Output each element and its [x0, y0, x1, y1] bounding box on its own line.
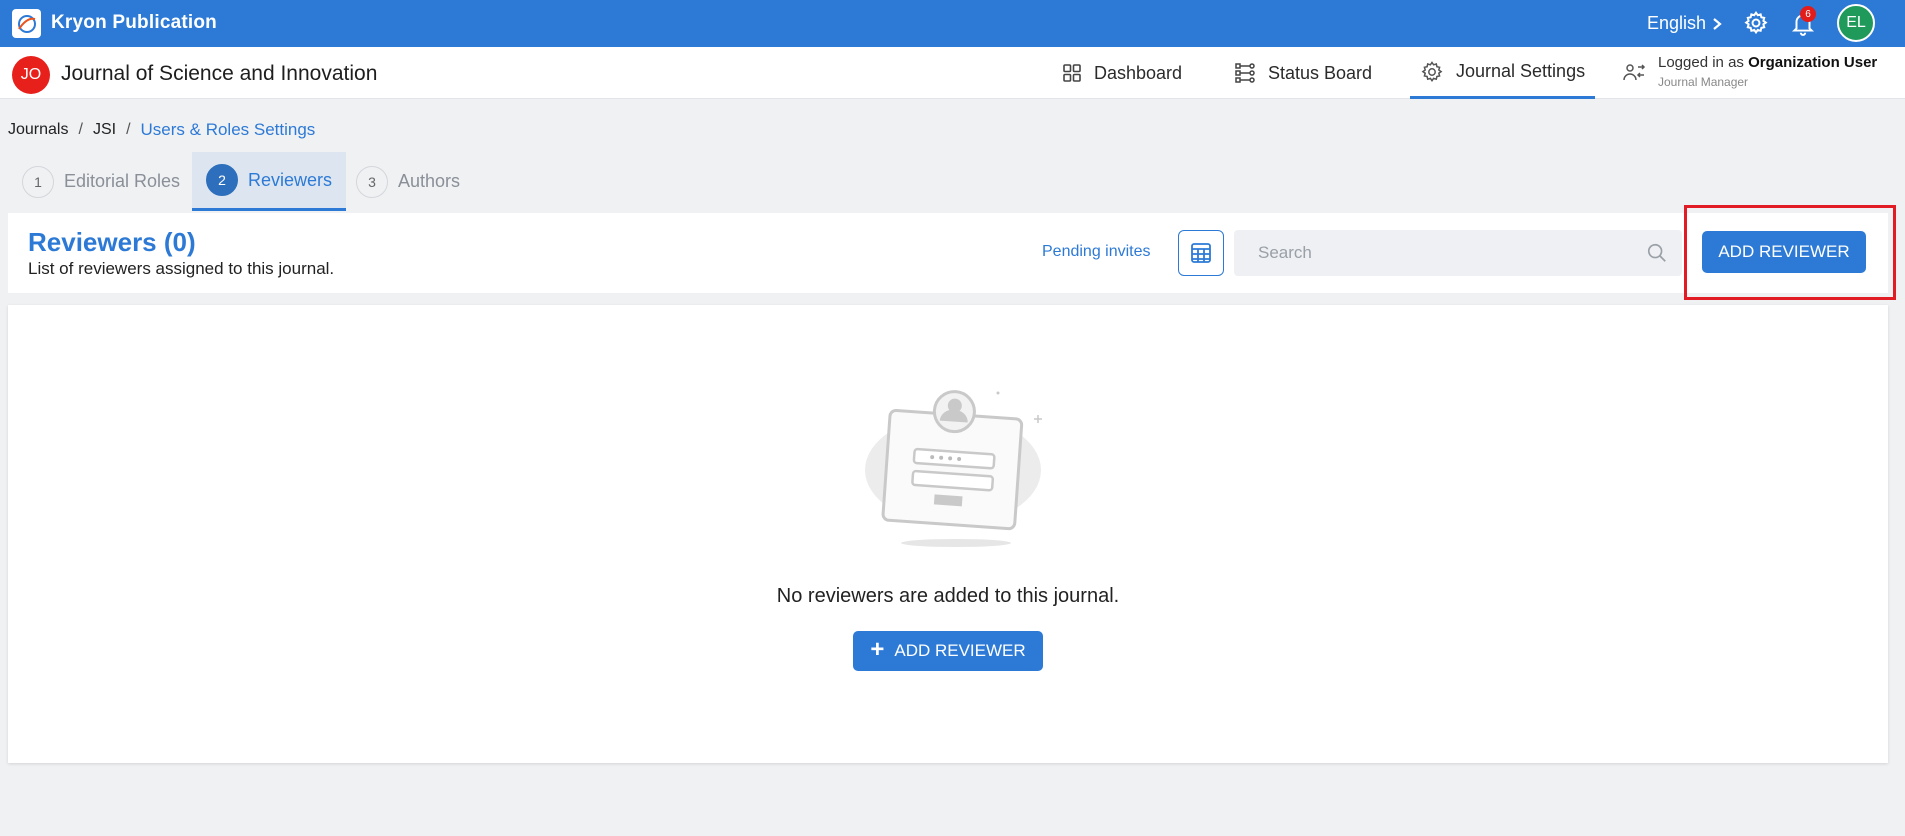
login-role: Journal Manager — [1658, 75, 1749, 89]
nav-dashboard-label: Dashboard — [1094, 62, 1183, 83]
journal-badge: JO — [12, 56, 50, 94]
login-prefix: Logged in as — [1658, 54, 1744, 71]
empty-reviewers-illustration — [865, 390, 1042, 547]
language-label: English — [1647, 13, 1707, 33]
app-title[interactable]: Kryon Publication — [51, 12, 217, 34]
login-status: Logged in as Organization User — [1658, 54, 1877, 71]
empty-state-card: No reviewers are added to this journal. … — [8, 305, 1888, 763]
tab-reviewers[interactable]: 2 Reviewers — [192, 152, 347, 211]
settings-gear-icon — [1421, 60, 1443, 82]
app-logo-icon[interactable] — [12, 9, 41, 38]
add-reviewer-center-button[interactable]: + ADD REVIEWER — [853, 631, 1043, 671]
dashboard-icon — [1063, 64, 1081, 82]
empty-state-message: No reviewers are added to this journal. — [776, 585, 1120, 607]
pending-invites-link[interactable]: Pending invites — [1042, 243, 1151, 261]
breadcrumb: Journals / JSI / Users & Roles Settings — [8, 120, 315, 140]
tab-authors[interactable]: 3 Authors — [342, 152, 474, 211]
tab-step-number: 1 — [22, 165, 54, 198]
nav-dashboard[interactable]: Dashboard — [1052, 47, 1192, 99]
panel-subtitle: List of reviewers assigned to this journ… — [28, 259, 335, 278]
switch-user-icon[interactable] — [1622, 61, 1646, 85]
plus-icon: + — [870, 636, 885, 663]
tab-label: Authors — [398, 171, 461, 191]
nav-journal-settings-label: Journal Settings — [1456, 61, 1586, 81]
status-board-icon — [1235, 63, 1255, 83]
tab-step-number: 2 — [206, 164, 238, 196]
journal-header: JO Journal of Science and Innovation Das… — [0, 47, 1905, 99]
search-icon[interactable] — [1646, 242, 1668, 264]
search-input[interactable] — [1234, 230, 1634, 276]
table-view-button[interactable] — [1178, 230, 1224, 276]
language-selector[interactable]: English — [1647, 13, 1722, 34]
gear-icon[interactable] — [1741, 8, 1771, 38]
chevron-right-icon — [1713, 17, 1722, 30]
nav-journal-settings[interactable]: Journal Settings — [1410, 47, 1596, 99]
login-user: Organization User — [1748, 54, 1878, 71]
tab-label: Editorial Roles — [64, 171, 181, 191]
breadcrumb-journals[interactable]: Journals — [8, 121, 68, 139]
bell-icon[interactable]: 6 — [1788, 6, 1818, 38]
add-reviewer-center-label: ADD REVIEWER — [894, 641, 1026, 660]
search-box — [1234, 230, 1682, 276]
nav-status-board[interactable]: Status Board — [1224, 47, 1382, 99]
journal-title: Journal of Science and Innovation — [61, 62, 378, 85]
panel-title: Reviewers (0) — [28, 227, 196, 257]
notification-badge: 6 — [1800, 6, 1816, 22]
top-bar: Kryon Publication English 6 EL — [0, 0, 1905, 47]
table-grid-icon — [1191, 243, 1211, 263]
tab-label: Reviewers — [248, 169, 333, 190]
tab-editorial-roles[interactable]: 1 Editorial Roles — [8, 152, 194, 211]
login-info: Logged in as Organization User Journal M… — [1622, 51, 1877, 89]
nav-status-board-label: Status Board — [1268, 62, 1373, 83]
breadcrumb-current: Users & Roles Settings — [140, 120, 316, 139]
user-avatar[interactable]: EL — [1837, 4, 1875, 42]
breadcrumb-separator: / — [78, 121, 83, 138]
tab-step-number: 3 — [356, 165, 388, 198]
breadcrumb-separator: / — [126, 121, 131, 138]
highlight-annotation — [1684, 205, 1896, 300]
breadcrumb-jsi[interactable]: JSI — [93, 121, 116, 139]
reviewers-panel-header: Reviewers (0) List of reviewers assigned… — [8, 213, 1888, 293]
